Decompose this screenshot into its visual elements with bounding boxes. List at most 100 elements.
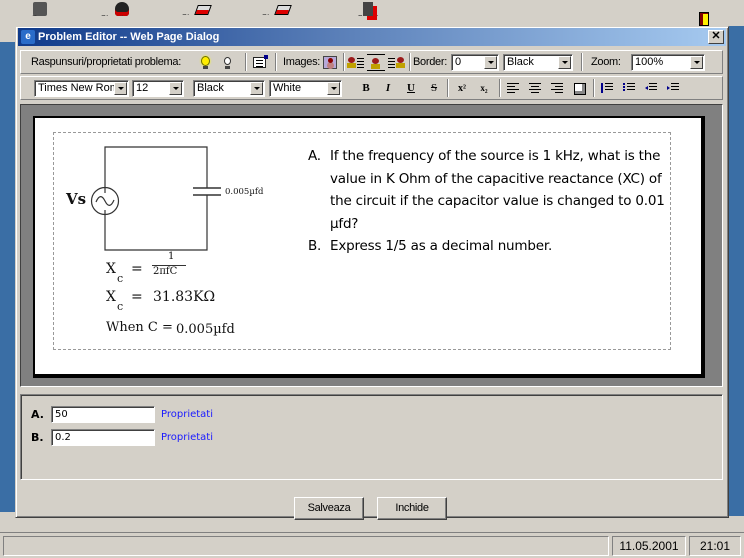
chevron-down-icon[interactable] bbox=[484, 56, 497, 69]
properties-link-a[interactable]: Proprietati bbox=[161, 409, 213, 420]
image-align-left-button[interactable] bbox=[347, 54, 365, 71]
chevron-down-icon[interactable] bbox=[169, 82, 182, 95]
app-button-chestionare-3[interactable]: Chestionare bbox=[248, 2, 318, 26]
result-equals: = bbox=[131, 289, 143, 305]
close-dialog-button[interactable]: Inchide bbox=[377, 497, 447, 520]
table-icon bbox=[574, 83, 586, 95]
answer-input-a[interactable] bbox=[51, 406, 155, 423]
sine-wave-icon bbox=[95, 196, 115, 206]
bulleted-list-button[interactable] bbox=[623, 83, 635, 93]
align-left-button[interactable] bbox=[507, 83, 519, 93]
app-button-chestionare-1[interactable]: Chestionare bbox=[87, 2, 157, 26]
formula-equals: = bbox=[131, 261, 143, 277]
images-label: Images: bbox=[283, 56, 321, 68]
app-toolbar: Curs Chestionare Chestionare Chestionare… bbox=[0, 0, 744, 26]
subscript-button[interactable]: x₂ bbox=[475, 80, 493, 97]
question-text: Express 1/5 as a decimal number. bbox=[330, 238, 553, 254]
show-answers-button[interactable] bbox=[197, 54, 215, 71]
editor-frame: Vs 0.005µfd X c = 1 2πfC X c = 31.83KΩ W… bbox=[20, 104, 723, 387]
app-button-setari[interactable]: Setari bbox=[333, 2, 403, 26]
separator bbox=[581, 53, 583, 71]
circuit-wire-bottom bbox=[104, 195, 208, 251]
properties-button[interactable] bbox=[251, 54, 269, 71]
image-align-right-button[interactable] bbox=[387, 54, 405, 71]
desktop-background-left bbox=[0, 42, 15, 512]
separator bbox=[343, 53, 345, 71]
dialog-titlebar[interactable]: e Problem Editor -- Web Page Dialog ✕ bbox=[18, 28, 726, 46]
align-right-button[interactable] bbox=[551, 83, 563, 93]
align-center-button[interactable] bbox=[529, 83, 541, 93]
separator bbox=[593, 79, 595, 97]
superscript-button[interactable]: x² bbox=[453, 80, 471, 97]
answer-input-b[interactable] bbox=[51, 429, 155, 446]
result-subscript: c bbox=[117, 300, 124, 313]
bold-button[interactable]: B bbox=[357, 80, 375, 97]
app-button-curs[interactable]: Curs bbox=[5, 2, 75, 26]
bulleted-list-icon bbox=[623, 83, 625, 85]
dialog-title: Problem Editor -- Web Page Dialog bbox=[38, 31, 220, 43]
status-time: 21:01 bbox=[689, 536, 741, 556]
question-item: B. Express 1/5 as a decimal number. bbox=[308, 235, 670, 258]
capacitor-label: 0.005µfd bbox=[225, 187, 264, 197]
problem-content-box[interactable]: Vs 0.005µfd X c = 1 2πfC X c = 31.83KΩ W… bbox=[53, 132, 671, 350]
image-align-center-icon bbox=[371, 58, 380, 69]
font-size-select[interactable]: 12 bbox=[132, 80, 184, 97]
underline-button[interactable]: U bbox=[402, 80, 420, 97]
chevron-down-icon[interactable] bbox=[114, 82, 127, 95]
zoom-select[interactable]: 100% bbox=[631, 54, 705, 71]
answers-panel: A. Proprietati B. Proprietati bbox=[20, 394, 723, 480]
chevron-down-icon[interactable] bbox=[250, 82, 263, 95]
font-family-select[interactable]: Times New Roma bbox=[34, 80, 129, 97]
separator bbox=[275, 53, 277, 71]
increase-indent-button[interactable] bbox=[667, 83, 679, 93]
numbered-list-icon bbox=[601, 83, 603, 93]
chevron-down-icon[interactable] bbox=[690, 56, 703, 69]
answers-properties-label: Raspunsuri/proprietati problema: bbox=[31, 56, 181, 68]
save-button[interactable]: Salveaza bbox=[294, 497, 364, 520]
border-color-select[interactable]: Black bbox=[503, 54, 573, 71]
toolbar-row-2: Times New Roma 12 Black White B I U S x²… bbox=[20, 76, 723, 100]
desktop-background-right bbox=[729, 26, 744, 516]
ie-icon: e bbox=[21, 30, 35, 44]
source-label: Vs bbox=[66, 190, 87, 208]
properties-link-b[interactable]: Proprietati bbox=[161, 432, 213, 443]
image-align-right-icon bbox=[396, 57, 405, 68]
italic-button[interactable]: I bbox=[379, 80, 397, 97]
strikethrough-button[interactable]: S bbox=[425, 80, 443, 97]
status-message-pane bbox=[3, 536, 609, 556]
when-value: 0.005µfd bbox=[176, 322, 235, 337]
lightbulb-on-icon bbox=[201, 56, 210, 66]
indent-icon bbox=[667, 86, 670, 90]
decrease-indent-button[interactable] bbox=[645, 83, 657, 93]
question-item: A. If the frequency of the source is 1 k… bbox=[308, 145, 670, 235]
when-label: When C = bbox=[106, 320, 173, 335]
separator bbox=[499, 79, 501, 97]
status-date: 11.05.2001 bbox=[612, 536, 686, 556]
outdent-icon bbox=[645, 86, 648, 90]
properties-icon bbox=[253, 55, 268, 68]
circuit-diagram bbox=[90, 146, 221, 251]
zoom-label: Zoom: bbox=[591, 56, 621, 68]
question-letter: B. bbox=[308, 238, 322, 254]
app-button-chestionare-2[interactable]: Chestionare bbox=[168, 2, 238, 26]
separator bbox=[447, 79, 449, 97]
background-color-select[interactable]: White bbox=[269, 80, 342, 97]
image-align-center-button[interactable] bbox=[367, 54, 385, 71]
hide-answers-button[interactable] bbox=[219, 54, 237, 71]
image-align-left-icon bbox=[347, 57, 356, 68]
problem-editor-dialog: e Problem Editor -- Web Page Dialog ✕ Ra… bbox=[15, 26, 729, 520]
border-width-select[interactable]: 0 bbox=[451, 54, 499, 71]
insert-image-button[interactable] bbox=[321, 54, 339, 71]
chevron-down-icon[interactable] bbox=[327, 82, 340, 95]
answer-letter: A. bbox=[31, 408, 44, 421]
insert-table-button[interactable] bbox=[571, 80, 589, 97]
image-icon bbox=[323, 56, 337, 69]
font-color-select[interactable]: Black bbox=[193, 80, 265, 97]
question-list: A. If the frequency of the source is 1 k… bbox=[308, 145, 670, 258]
chevron-down-icon[interactable] bbox=[558, 56, 571, 69]
separator bbox=[409, 53, 411, 71]
editor-content-area[interactable]: Vs 0.005µfd X c = 1 2πfC X c = 31.83KΩ W… bbox=[33, 116, 705, 378]
numbered-list-button[interactable] bbox=[601, 83, 613, 93]
exit-door-icon[interactable] bbox=[699, 12, 709, 26]
close-button[interactable]: ✕ bbox=[708, 30, 724, 44]
